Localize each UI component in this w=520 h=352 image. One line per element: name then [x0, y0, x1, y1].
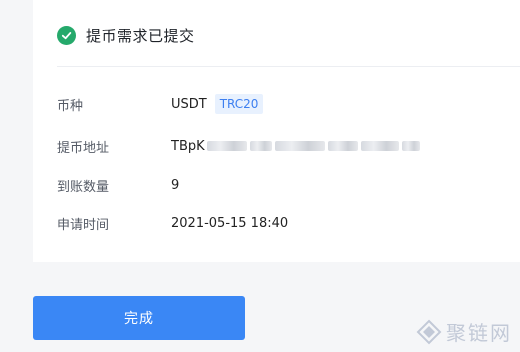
address-row: 提币地址 TBpK — [57, 135, 420, 157]
done-button[interactable]: 完成 — [33, 296, 245, 340]
check-circle-icon — [57, 26, 76, 45]
network-tag: TRC20 — [214, 94, 264, 114]
diamond-logo-icon — [416, 319, 442, 344]
watermark: 聚链网 — [416, 317, 512, 346]
status-title: 提币需求已提交 — [86, 27, 195, 45]
amount-row: 到账数量 9 — [57, 174, 179, 196]
amount-label: 到账数量 — [57, 179, 110, 195]
status-header: 提币需求已提交 — [57, 25, 195, 46]
time-value: 2021-05-15 18:40 — [171, 215, 289, 231]
time-label: 申请时间 — [57, 217, 110, 233]
time-row: 申请时间 2021-05-15 18:40 — [57, 212, 288, 234]
currency-row: 币种 USDT TRC20 — [57, 93, 264, 115]
amount-value: 9 — [171, 177, 180, 193]
divider — [57, 66, 520, 67]
watermark-text: 聚链网 — [446, 321, 512, 345]
currency-value: USDT — [171, 96, 207, 112]
address-value: TBpK — [171, 139, 420, 154]
address-redacted — [206, 141, 420, 151]
address-prefix: TBpK — [171, 138, 205, 154]
currency-label: 币种 — [57, 98, 84, 114]
address-label: 提币地址 — [57, 140, 110, 156]
result-card: 提币需求已提交 币种 USDT TRC20 提币地址 TBpK 到账数量 9 申… — [33, 0, 520, 262]
